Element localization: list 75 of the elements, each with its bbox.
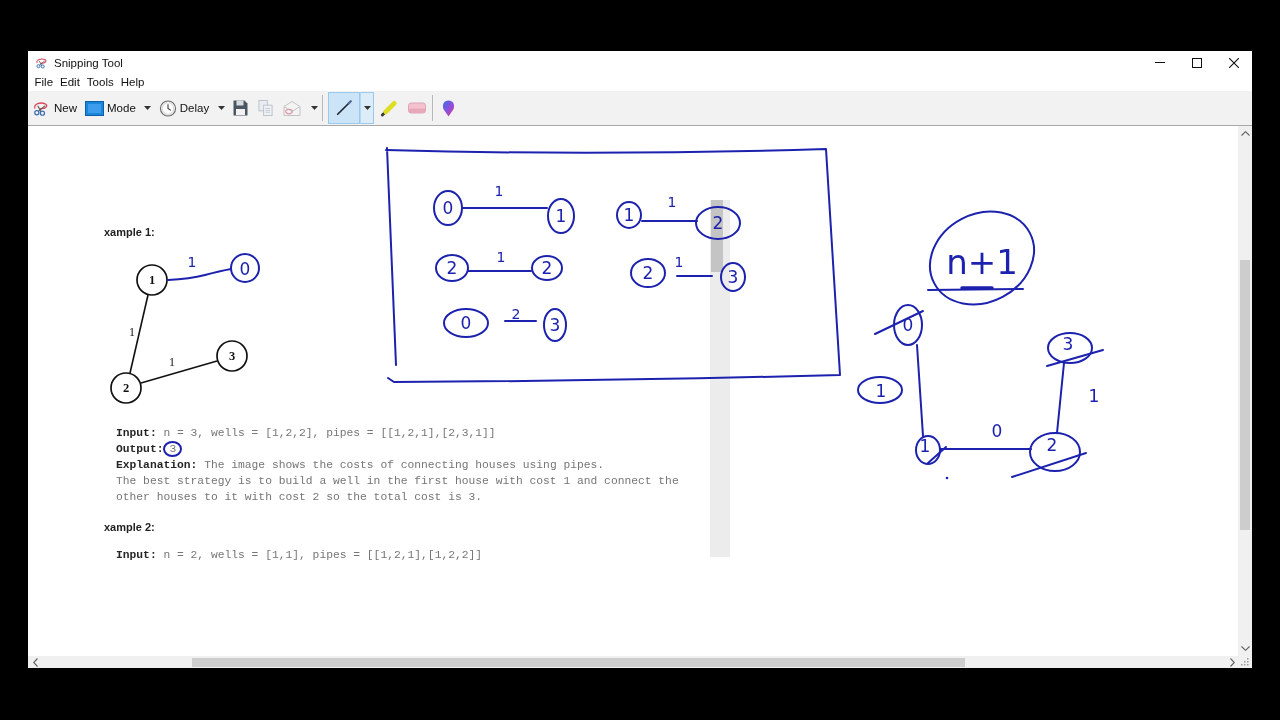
ink-edge: [467, 270, 532, 272]
envelope-icon: [283, 99, 302, 117]
pen-icon: [335, 99, 354, 117]
pen-button[interactable]: [328, 92, 361, 124]
chevron-down-icon[interactable]: [1240, 646, 1250, 651]
circled-answer: 3: [163, 441, 183, 457]
save-icon: [233, 100, 249, 116]
delay-button[interactable]: Delay: [155, 96, 213, 120]
example-heading: xample 1:: [104, 225, 155, 240]
input-line: Input: n = 3, wells = [1,2,2], pipes = [[1,2,1],[2,3,1]]: [116, 426, 496, 441]
ink-node: 2: [531, 255, 563, 281]
resize-grip-icon[interactable]: [1241, 658, 1249, 666]
graph-node: 2: [110, 372, 142, 404]
scrollbar-thumb: [711, 200, 723, 272]
ink-edge: [676, 275, 713, 277]
window-title: Snipping Tool: [54, 56, 123, 69]
close-icon: [1228, 57, 1239, 68]
cost-label: 1: [187, 254, 197, 270]
highlighter-icon: [380, 99, 399, 117]
menu-item[interactable]: File: [31, 75, 57, 90]
edge-label: 1: [169, 355, 175, 369]
ink-node: 3: [720, 262, 746, 292]
ink-edge: [641, 220, 698, 222]
ink-note: n+1: [927, 210, 1035, 306]
caret-icon: [363, 106, 371, 110]
cost-label: 1: [494, 183, 504, 199]
cost-label: 1: [667, 194, 677, 210]
caret-icon: [144, 106, 152, 110]
cost-label: 0: [991, 421, 1003, 441]
ink-node: 3: [543, 308, 567, 342]
mode-button[interactable]: Mode: [82, 96, 139, 120]
droplet-icon: [442, 99, 456, 117]
ink-edge: [167, 268, 232, 281]
scissors-icon: [35, 56, 49, 69]
dropdown-button[interactable]: [360, 92, 375, 124]
caret-icon: [217, 106, 225, 110]
cost-label: 1: [857, 376, 903, 404]
cost-label: 1: [1088, 386, 1100, 406]
ink-node: 2: [630, 258, 666, 288]
new-button[interactable]: New: [29, 96, 80, 120]
eraser-icon: [408, 102, 427, 114]
ink-dot: [945, 476, 949, 480]
ink-node: 0: [433, 190, 463, 226]
caret-icon: [310, 106, 318, 110]
example-heading: xample 2:: [104, 520, 155, 535]
edge-label: 1: [129, 325, 135, 339]
scrollbar-thumb[interactable]: [192, 657, 965, 667]
minimize-icon: [1154, 62, 1165, 63]
chevron-left-icon[interactable]: [33, 657, 38, 667]
rectangle-icon: [85, 100, 104, 116]
cost-label: 1: [496, 249, 506, 265]
cost-label: 2: [511, 306, 521, 322]
ink-node: 0: [230, 253, 260, 283]
clock-icon: [158, 99, 177, 117]
ink-node: 1: [547, 198, 575, 234]
scrollbar-thumb[interactable]: [1240, 260, 1250, 530]
ink-node: 2: [695, 206, 741, 240]
ink-node: 1: [616, 201, 642, 229]
ink-edge: [1056, 362, 1065, 434]
menu-item[interactable]: Edit: [56, 75, 84, 90]
chevron-right-icon[interactable]: [1230, 657, 1235, 667]
output-label: Output:: [116, 442, 164, 457]
ink-node: 2: [435, 254, 469, 282]
menu-item[interactable]: Help: [117, 75, 148, 90]
input-line: Input: n = 2, wells = [1,1], pipes = [[1,2,1],[1,2,2]]: [116, 548, 483, 563]
graph-node: 1: [136, 264, 168, 296]
graph-node: 3: [216, 340, 248, 372]
chevron-up-icon[interactable]: [1240, 131, 1250, 136]
ink-edge: [504, 320, 537, 322]
maximize-icon: [1191, 57, 1202, 68]
cost-label: 1: [674, 254, 684, 270]
copy-icon: [258, 100, 274, 116]
ink-node: 0: [443, 308, 489, 338]
menu-item[interactable]: Tools: [83, 75, 118, 90]
explanation-text: Explanation: The image shows the costs of connecting houses using pipes. The best strategy is to build a well in the first house with cost 1 and connect the other houses to it with cost 2 so the total cost is 3.: [116, 458, 679, 505]
